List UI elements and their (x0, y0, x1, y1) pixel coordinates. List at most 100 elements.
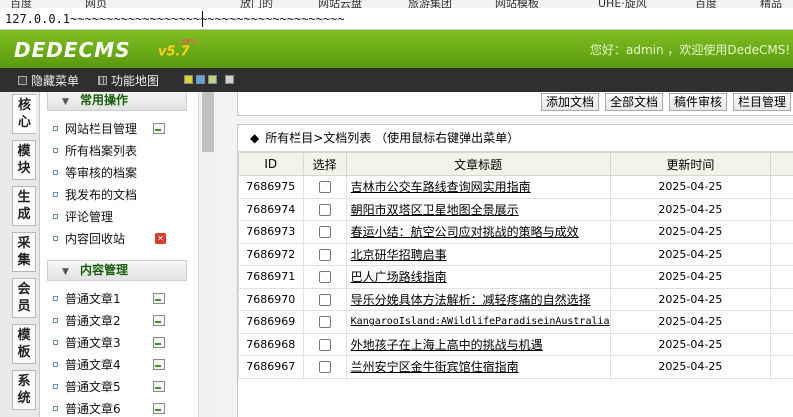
column-header-title[interactable]: 文章标题 (345, 152, 611, 176)
tab-generate[interactable]: 生成 (12, 186, 36, 226)
cell-extra (770, 220, 793, 244)
cell-select (302, 242, 347, 266)
article-title-link[interactable]: 兰州安宁区金牛街宾馆住宿指南 (351, 360, 519, 374)
sidebar-item-article-2[interactable]: 普通文章2 (53, 311, 121, 331)
hide-menu-button[interactable]: 隐藏菜单 (18, 72, 79, 89)
category-manage-button[interactable]: 栏目管理 (733, 93, 792, 111)
cell-id: 7686972 (238, 242, 304, 266)
sidebar-item-comments[interactable]: 评论管理 (53, 207, 113, 227)
all-documents-button[interactable]: 全部文档 (605, 93, 664, 111)
document-table: ID 选择 文章标题 更新时间 7686975 吉林市公交车路线查询网实用指南 20… (238, 152, 793, 379)
sidebar-item-article-3[interactable]: 普通文章3 (53, 333, 121, 353)
cell-date: 2025-04-25 (609, 287, 772, 311)
feature-map-button[interactable]: 功能地图 (98, 72, 159, 89)
table-row[interactable]: 7686971 巴人广场路线指南 2025-04-25 (238, 265, 793, 289)
delete-icon[interactable]: ✕ (155, 233, 166, 244)
article-title-link[interactable]: KangarooIsland:AWildlifeParadiseinAustra… (351, 316, 609, 327)
row-checkbox[interactable] (318, 293, 331, 306)
tab-template[interactable]: 模板 (12, 324, 36, 364)
row-checkbox[interactable] (318, 361, 331, 374)
article-title-link[interactable]: 外地孩子在上海上高中的挑战与机遇 (351, 338, 543, 352)
tab-core[interactable]: 核心 (12, 94, 36, 134)
left-tab-strip: 核心 模块 生成 采集 会员 模板 系统 (0, 92, 40, 417)
bookmark-item[interactable]: 百度 (10, 0, 32, 8)
add-document-button[interactable]: 添加文档 (541, 93, 600, 111)
sidebar-item-article-6[interactable]: 普通文章6 (53, 399, 121, 417)
bookmark-item[interactable]: 网页 (85, 0, 107, 8)
action-bar: 添加文档 全部文档 稿件审核 栏目管理 (237, 92, 793, 116)
bookmark-item[interactable]: 网站云盘 (318, 0, 362, 8)
sidebar-item-my-documents[interactable]: 我发布的文档 (53, 185, 137, 205)
row-checkbox[interactable] (318, 316, 331, 329)
section-header-content[interactable]: ▼ 内容管理 (47, 260, 187, 281)
column-header-updated[interactable]: 更新时间 (609, 152, 772, 176)
address-bar[interactable]: 127.0.0.1~~~~~~~~~~~~~~~~~~~~~~~~~~~~~~~… (0, 8, 793, 30)
add-icon[interactable] (153, 293, 165, 304)
add-icon[interactable] (153, 315, 165, 326)
row-checkbox[interactable] (318, 248, 331, 261)
add-icon[interactable] (153, 403, 165, 414)
bookmark-item[interactable]: UHE·旋风 (598, 0, 647, 8)
table-row[interactable]: 7686970 导乐分娩具体方法解析：减轻疼痛的自然选择 2025-04-25 (238, 287, 793, 311)
section-header-common[interactable]: ▼ 常用操作 (47, 92, 187, 111)
article-title-link[interactable]: 北京研华招聘启事 (351, 248, 447, 262)
tab-module[interactable]: 模块 (12, 140, 36, 180)
article-title-link[interactable]: 导乐分娩具体方法解析：减轻疼痛的自然选择 (351, 293, 591, 307)
sidebar-scrollbar[interactable] (198, 92, 216, 417)
bookmark-item[interactable]: 旅游集团 (408, 0, 452, 8)
column-header-id[interactable]: ID (238, 152, 304, 176)
bookmark-item[interactable]: 放门的 (240, 0, 273, 8)
table-row[interactable]: 7686975 吉林市公交车路线查询网实用指南 2025-04-25 (238, 175, 793, 199)
article-title-link[interactable]: 春运小结：航空公司应对挑战的策略与成效 (351, 225, 579, 239)
manuscript-review-button[interactable]: 稿件审核 (669, 93, 728, 111)
article-title-link[interactable]: 巴人广场路线指南 (351, 270, 447, 284)
skin-swatch-green[interactable] (208, 75, 217, 84)
row-checkbox[interactable] (318, 203, 331, 216)
table-row[interactable]: 7686974 朝阳市双塔区卫星地图全景展示 2025-04-25 (238, 197, 793, 221)
cell-extra (770, 310, 793, 334)
row-checkbox[interactable] (318, 226, 331, 239)
column-header-select[interactable]: 选择 (302, 152, 347, 176)
tab-member[interactable]: 会员 (12, 278, 36, 318)
skin-swatch-gray[interactable] (225, 75, 234, 84)
sidebar-item-pending-archives[interactable]: 等审核的档案 (53, 163, 137, 183)
cell-date: 2025-04-25 (609, 310, 772, 334)
tab-collect[interactable]: 采集 (12, 232, 36, 272)
add-icon[interactable] (153, 123, 165, 134)
cell-extra (770, 197, 793, 221)
document-list-panel: ◆ 所有栏目>文档列表 （使用鼠标右键弹出菜单） ID 选择 文章标题 更新时间 … (237, 124, 793, 417)
table-row[interactable]: 7686972 北京研华招聘启事 2025-04-25 (238, 242, 793, 266)
table-row[interactable]: 7686967 兰州安宁区金牛街宾馆住宿指南 2025-04-25 (238, 355, 793, 379)
article-title-link[interactable]: 朝阳市双塔区卫星地图全景展示 (351, 203, 519, 217)
tab-system[interactable]: 系统 (12, 370, 36, 410)
chevron-down-icon: ▼ (62, 267, 69, 277)
article-title-link[interactable]: 吉林市公交车路线查询网实用指南 (351, 180, 531, 194)
sidebar-item-category-manage[interactable]: 网站栏目管理 (53, 119, 137, 139)
cell-date: 2025-04-25 (609, 175, 772, 199)
table-row[interactable]: 7686969 KangarooIsland:AWildlifeParadisei… (238, 310, 793, 334)
bookmark-item[interactable]: 网站模板 (495, 0, 539, 8)
sidebar-item-article-4[interactable]: 普通文章4 (53, 355, 121, 375)
sidebar-item-article-5[interactable]: 普通文章5 (53, 377, 121, 397)
bookmark-item[interactable]: 精品 (760, 0, 782, 8)
add-icon[interactable] (153, 359, 165, 370)
bullet-icon (53, 148, 58, 153)
sidebar-item-recycle-bin[interactable]: 内容回收站 (53, 229, 125, 249)
row-checkbox[interactable] (318, 181, 331, 194)
add-icon[interactable] (153, 381, 165, 392)
grid-icon (98, 76, 107, 85)
row-checkbox[interactable] (318, 338, 331, 351)
bookmark-item[interactable]: 百度 (695, 0, 717, 8)
sidebar-item-all-archives[interactable]: 所有档案列表 (53, 141, 137, 161)
sidebar-item-article-1[interactable]: 普通文章1 (53, 289, 121, 309)
panel-title: ◆ 所有栏目>文档列表 （使用鼠标右键弹出菜单） (238, 125, 793, 152)
add-icon[interactable] (153, 337, 165, 348)
row-checkbox[interactable] (318, 271, 331, 284)
skin-swatch-yellow[interactable] (184, 75, 193, 84)
cell-id: 7686970 (238, 287, 304, 311)
feature-map-label: 功能地图 (111, 74, 160, 88)
table-row[interactable]: 7686968 外地孩子在上海上高中的挑战与机遇 2025-04-25 (238, 332, 793, 356)
skin-swatch-blue[interactable] (196, 75, 205, 84)
scrollbar-thumb[interactable] (202, 92, 214, 152)
table-row[interactable]: 7686973 春运小结：航空公司应对挑战的策略与成效 2025-04-25 (238, 220, 793, 244)
